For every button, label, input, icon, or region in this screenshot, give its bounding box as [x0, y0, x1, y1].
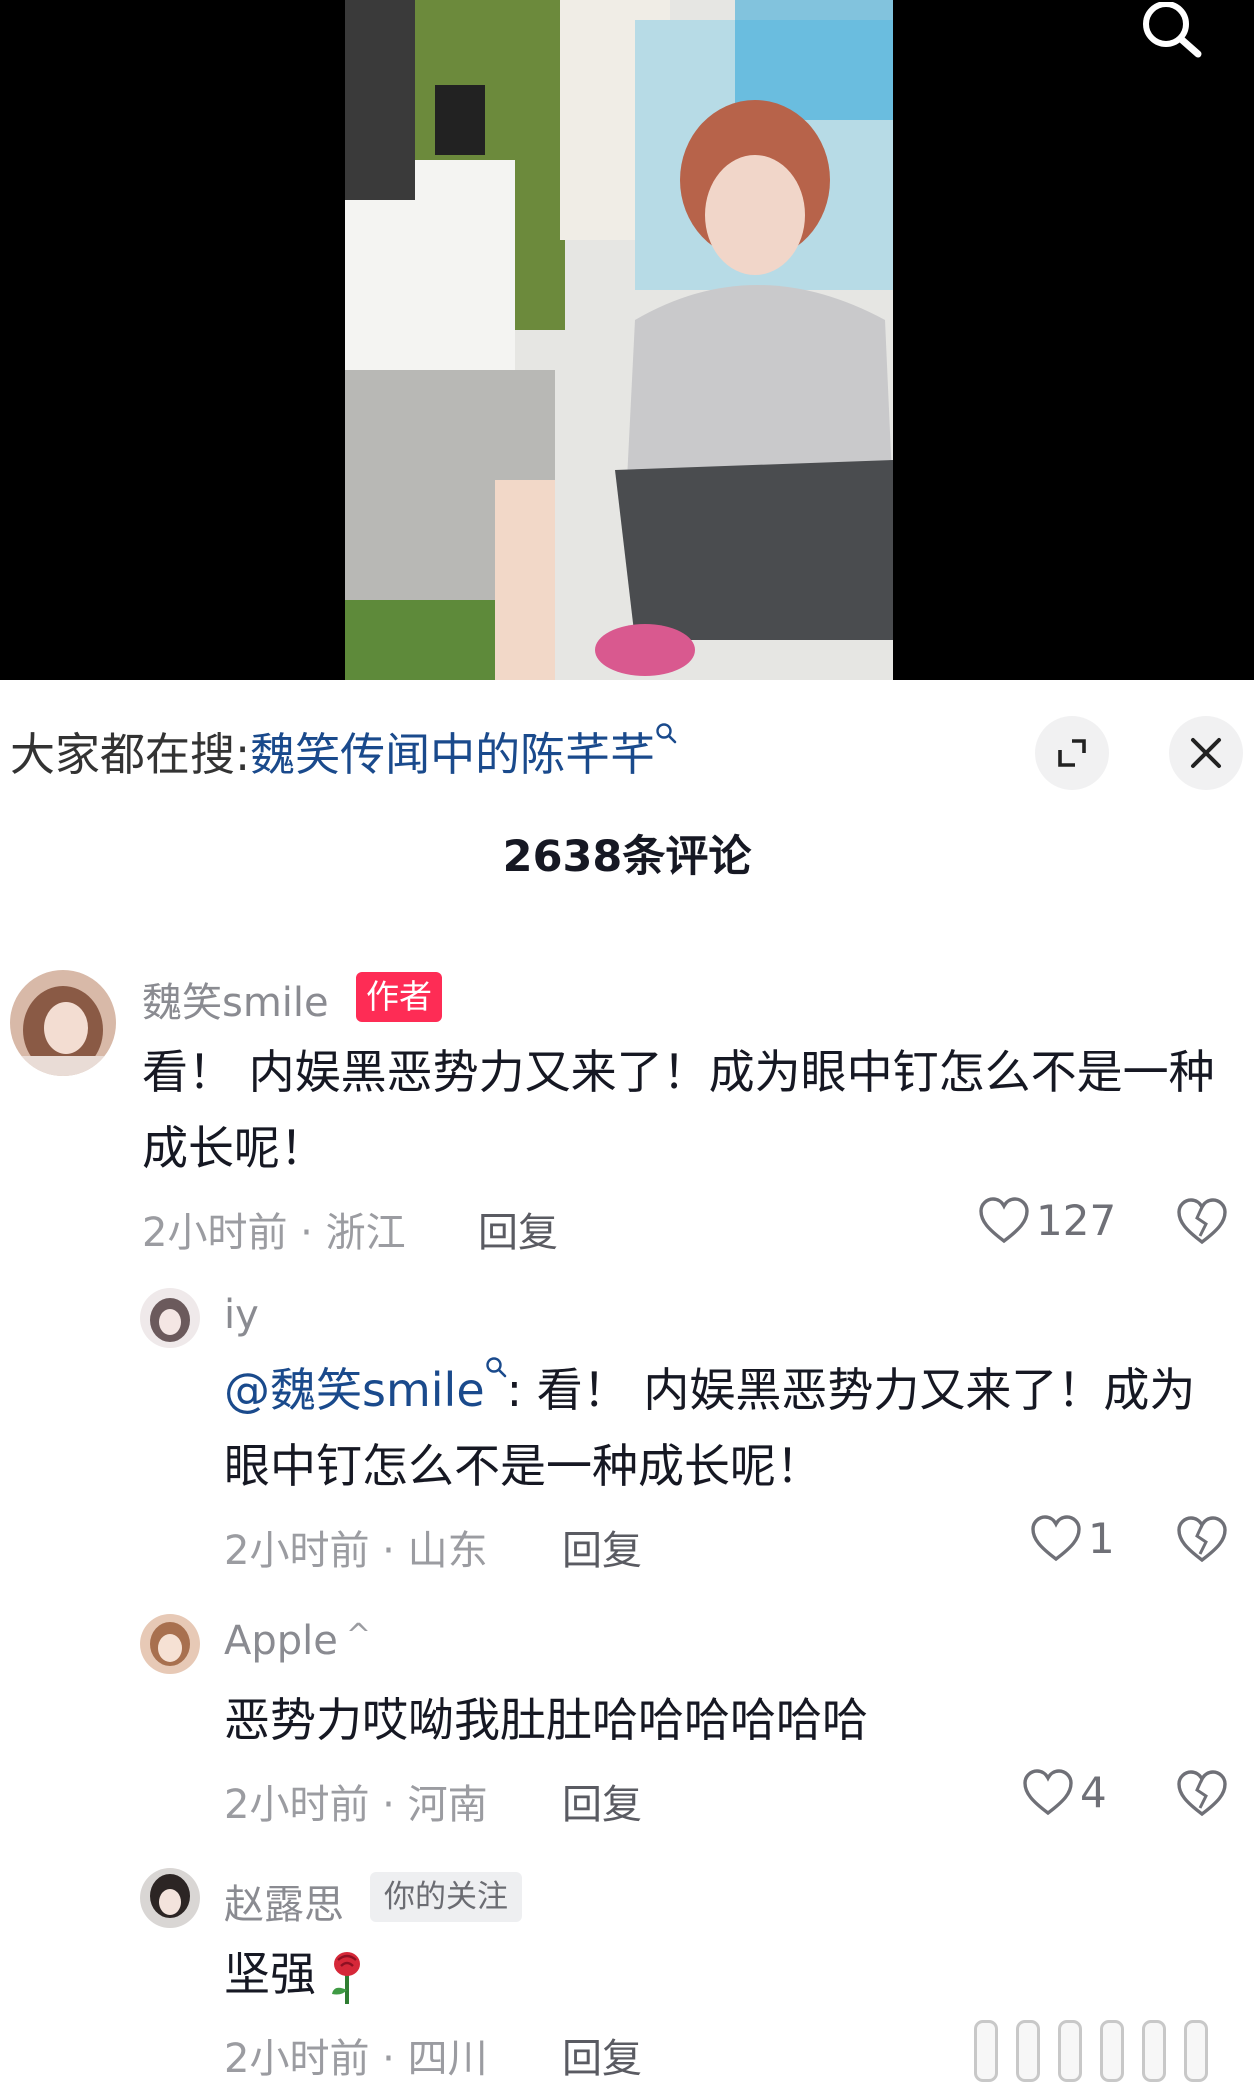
like-button[interactable]: 1 [1030, 1514, 1115, 1563]
rose-emoji-icon [332, 1951, 360, 2004]
avatar[interactable] [140, 1868, 200, 1928]
comment-username[interactable]: Apple ^ [224, 1618, 371, 1664]
watermark [974, 2020, 1208, 2082]
search-suggestion[interactable]: 大家都在搜:魏笑传闻中的陈芊芊 [10, 718, 677, 783]
watermark-bar [1058, 2020, 1082, 2082]
avatar[interactable] [140, 1614, 200, 1674]
video-frame[interactable] [345, 0, 893, 680]
heart-icon [1023, 1768, 1073, 1815]
broken-heart-icon [1177, 1770, 1227, 1817]
avatar[interactable] [140, 1288, 200, 1348]
comment-username[interactable]: 赵露思 [224, 1872, 344, 1930]
search-suggestion-query[interactable]: 魏笑传闻中的陈芊芊 [250, 728, 655, 781]
small-search-icon [656, 723, 677, 744]
close-button[interactable] [1169, 716, 1243, 790]
comment-text: 看！ 内娱黑恶势力又来了！成为眼中钉怎么不是一种成长呢！ [142, 1045, 1215, 1175]
expand-icon [1058, 739, 1086, 767]
comment-meta: 2小时前 · 山东 [224, 1528, 488, 1574]
avatar-image [10, 970, 116, 1076]
watermark-bar [1184, 2020, 1208, 2082]
following-badge: 你的关注 [370, 1872, 522, 1922]
like-count: 127 [1036, 1196, 1117, 1245]
reply-button[interactable]: 回复 [478, 1200, 558, 1258]
reply-button[interactable]: 回复 [562, 1772, 642, 1830]
mention-link[interactable]: @魏笑smile [224, 1363, 485, 1417]
comment-meta: 2小时前 · 四川 [224, 2036, 488, 2082]
watermark-bar [974, 2020, 998, 2082]
like-button[interactable]: 127 [978, 1196, 1116, 1245]
broken-heart-icon [1177, 1198, 1227, 1245]
dislike-button[interactable] [1176, 1516, 1228, 1568]
search-icon [1143, 1, 1202, 58]
caret-up-icon: ^ [345, 1618, 372, 1653]
reply-button[interactable]: 回复 [562, 2026, 642, 2084]
heart-icon [1031, 1514, 1081, 1561]
author-badge: 作者 [356, 972, 442, 1022]
video-still-image [345, 0, 893, 680]
small-search-icon [485, 1357, 506, 1378]
avatar[interactable] [10, 970, 116, 1076]
heart-icon [979, 1196, 1029, 1243]
dislike-button[interactable] [1176, 1770, 1228, 1822]
comment-count-title: 2638条评论 [502, 832, 752, 882]
comment-username[interactable]: 魏笑smile [142, 970, 329, 1028]
comment-text: @魏笑smile: 看！ 内娱黑恶势力又来了！成为眼中钉怎么不是一种成长呢！ [224, 1352, 1224, 1504]
expand-button[interactable] [1035, 716, 1109, 790]
like-button[interactable]: 4 [1022, 1768, 1107, 1817]
watermark-bar [1016, 2020, 1040, 2082]
comment-username[interactable]: iy [224, 1292, 259, 1338]
dislike-button[interactable] [1176, 1198, 1228, 1250]
broken-heart-icon [1177, 1516, 1227, 1563]
username-text: Apple [224, 1618, 338, 1664]
avatar-image [140, 1288, 200, 1348]
watermark-bar [1142, 2020, 1166, 2082]
comment-text: 恶势力哎呦我肚肚哈哈哈哈哈哈 [224, 1693, 868, 1747]
like-count: 4 [1080, 1768, 1107, 1817]
comment-body: 坚强 [224, 1947, 316, 2001]
search-suggestion-prefix: 大家都在搜: [10, 728, 251, 781]
close-icon [1191, 738, 1221, 768]
avatar-image [140, 1868, 200, 1928]
like-count: 1 [1088, 1514, 1115, 1563]
search-button[interactable] [1132, 1, 1212, 64]
video-player[interactable] [0, 0, 1254, 680]
reply-button[interactable]: 回复 [562, 1518, 642, 1576]
avatar-image [140, 1614, 200, 1674]
comment-text: 坚强 [224, 1936, 824, 2012]
comment-meta: 2小时前 · 河南 [224, 1782, 488, 1828]
comment-meta: 2小时前 · 浙江 [142, 1210, 406, 1256]
watermark-bar [1100, 2020, 1124, 2082]
